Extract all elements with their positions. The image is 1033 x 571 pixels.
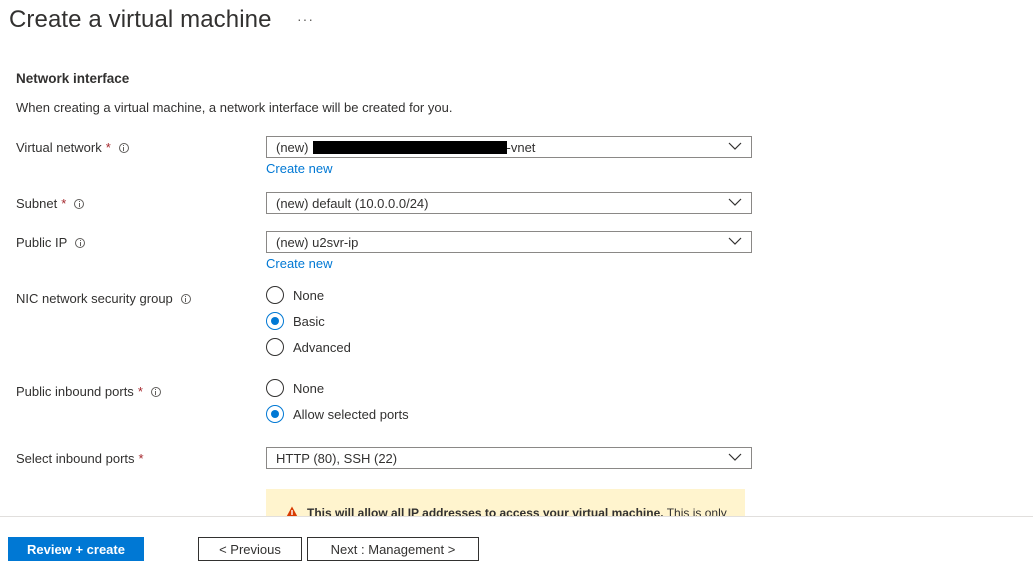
radio-label: None	[293, 287, 325, 303]
page-title: Create a virtual machine	[9, 6, 272, 33]
select-inbound-ports-label: Select inbound ports	[16, 451, 135, 466]
public-ip-create-new-link[interactable]: Create new	[266, 256, 332, 271]
subnet-value: (new) default (10.0.0.0/24)	[276, 195, 429, 211]
info-icon[interactable]	[150, 386, 161, 397]
nic-nsg-option-advanced[interactable]: Advanced	[266, 338, 351, 356]
subnet-dropdown[interactable]: (new) default (10.0.0.0/24)	[266, 192, 752, 214]
info-icon[interactable]	[75, 237, 86, 248]
required-marker: *	[61, 196, 67, 211]
required-marker: *	[137, 384, 143, 399]
radio-button-selected[interactable]	[266, 405, 284, 423]
public-inbound-ports-label-row: Public inbound ports *	[16, 384, 161, 399]
info-icon[interactable]	[74, 198, 85, 209]
info-icon[interactable]	[118, 142, 129, 153]
public-inbound-ports-option-none[interactable]: None	[266, 379, 324, 397]
radio-label: Allow selected ports	[293, 406, 409, 422]
section-title: Network interface	[16, 71, 130, 86]
footer-bar: Review + create < Previous Next : Manage…	[0, 516, 1033, 571]
previous-button[interactable]: < Previous	[198, 537, 302, 561]
radio-button-selected[interactable]	[266, 312, 284, 330]
nic-nsg-label-row: NIC network security group	[16, 291, 191, 306]
section-description: When creating a virtual machine, a netwo…	[16, 100, 453, 115]
public-inbound-ports-option-allow-selected[interactable]: Allow selected ports	[266, 405, 409, 423]
nic-nsg-label: NIC network security group	[16, 291, 173, 306]
select-inbound-ports-value: HTTP (80), SSH (22)	[276, 450, 398, 466]
chevron-down-icon	[728, 237, 742, 245]
public-inbound-ports-label: Public inbound ports	[16, 384, 134, 399]
public-ip-dropdown[interactable]: (new) u2svr-ip	[266, 231, 752, 253]
select-inbound-ports-dropdown[interactable]: HTTP (80), SSH (22)	[266, 447, 752, 469]
more-options-button[interactable]: ···	[297, 11, 314, 27]
public-ip-label-row: Public IP	[16, 235, 86, 250]
subnet-label: Subnet	[16, 196, 58, 211]
virtual-network-value-prefix: (new)	[276, 139, 309, 155]
chevron-down-icon	[728, 198, 742, 206]
radio-label: Basic	[293, 313, 325, 329]
subnet-label-row: Subnet *	[16, 196, 85, 211]
review-create-button[interactable]: Review + create	[8, 537, 144, 561]
virtual-network-value-suffix: -vnet	[506, 139, 536, 155]
info-icon[interactable]	[180, 293, 191, 304]
required-marker: *	[105, 140, 111, 155]
chevron-down-icon	[728, 142, 742, 150]
select-inbound-ports-label-row: Select inbound ports *	[16, 451, 144, 466]
next-management-button[interactable]: Next : Management >	[307, 537, 479, 561]
redacted-block	[312, 140, 507, 154]
chevron-down-icon	[728, 453, 742, 461]
radio-label: Advanced	[293, 339, 351, 355]
warning-message-bar: This will allow all IP addresses to acce…	[266, 489, 745, 517]
radio-label: None	[293, 380, 325, 396]
virtual-network-label-row: Virtual network *	[16, 140, 129, 155]
nic-nsg-option-basic[interactable]: Basic	[266, 312, 325, 330]
radio-button[interactable]	[266, 286, 284, 304]
virtual-network-label: Virtual network	[16, 140, 102, 155]
virtual-network-dropdown[interactable]: (new) -vnet	[266, 136, 752, 158]
nic-nsg-option-none[interactable]: None	[266, 286, 324, 304]
radio-button[interactable]	[266, 379, 284, 397]
required-marker: *	[138, 451, 144, 466]
virtual-network-create-new-link[interactable]: Create new	[266, 161, 332, 176]
public-ip-label: Public IP	[16, 235, 68, 250]
radio-button[interactable]	[266, 338, 284, 356]
public-ip-value: (new) u2svr-ip	[276, 234, 359, 250]
